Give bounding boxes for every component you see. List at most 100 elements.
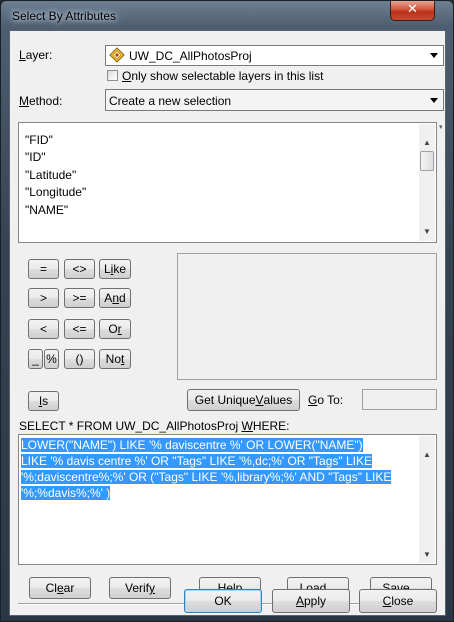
clear-label-a: Cl — [45, 581, 57, 595]
unique-values-label-key: V — [255, 393, 264, 407]
greater-equal-button[interactable]: >= — [64, 288, 95, 308]
and-label-key: n — [112, 291, 119, 305]
list-item[interactable]: "ID" — [25, 150, 46, 164]
goto-label-key: G — [308, 393, 318, 407]
get-unique-values-button[interactable]: Get Unique Values — [187, 389, 300, 411]
list-item[interactable]: "NAME" — [25, 203, 68, 217]
query-header: SELECT * FROM UW_DC_AllPhotosProj WHERE: — [19, 419, 290, 433]
equals-label: = — [39, 262, 47, 276]
not-equal-button[interactable]: <> — [64, 259, 95, 279]
unique-values-label-a: Get Unique — [194, 393, 256, 407]
or-button[interactable]: Or — [99, 319, 131, 339]
underscore-wildcard-button[interactable]: _ — [28, 349, 43, 369]
greater-than-button[interactable]: > — [28, 288, 59, 308]
layer-dropdown[interactable]: UW_DC_AllPhotosProj — [105, 45, 444, 66]
list-item[interactable]: "Longitude" — [25, 185, 86, 199]
less-equal-button[interactable]: <= — [64, 319, 95, 339]
not-label-a: No — [105, 352, 121, 366]
clear-label-key: e — [56, 581, 64, 595]
layer-label-key: L — [19, 48, 26, 62]
verify-label-a: Verif — [124, 581, 149, 595]
greater-equal-label: >= — [72, 291, 87, 305]
close-label-b: lose — [391, 594, 414, 608]
or-label-key: r — [117, 322, 122, 336]
scroll-down-icon[interactable]: ▼ — [419, 546, 435, 562]
only-selectable-label[interactable]: Only show selectable layers in this list — [122, 69, 323, 83]
less-than-label: < — [39, 322, 47, 336]
is-button[interactable]: Is — [28, 391, 59, 411]
not-button[interactable]: No t — [99, 349, 131, 369]
and-label-b: d — [119, 291, 126, 305]
chevron-down-icon[interactable] — [426, 47, 442, 64]
parentheses-button[interactable]: () — [64, 349, 95, 369]
resize-grip-icon[interactable]: ▾ — [439, 123, 443, 131]
method-label: Method: — [19, 94, 62, 108]
unique-values-list[interactable] — [177, 253, 437, 380]
scroll-thumb[interactable] — [420, 151, 434, 171]
apply-label-b: pply — [304, 594, 327, 608]
sql-line: LOWER("NAME") LIKE '% daviscentre %' OR … — [21, 438, 363, 453]
not-label-key: t — [121, 352, 125, 366]
field-list[interactable]: "FID" "ID" "Latitude" "Longitude" "NAME"… — [18, 122, 437, 243]
ok-button[interactable]: OK — [184, 589, 262, 613]
clear-label-b: ar — [63, 581, 75, 595]
scroll-up-icon[interactable]: ▲ — [419, 446, 435, 462]
is-label-b: s — [42, 394, 49, 408]
and-button[interactable]: And — [99, 288, 131, 308]
apply-label-key: A — [295, 594, 304, 608]
close-button[interactable]: Close — [359, 589, 437, 613]
only-selectable-key: O — [122, 69, 132, 83]
query-prefix: SELECT * FROM UW_DC_AllPhotosProj — [19, 419, 242, 433]
close-window-button[interactable]: ✕ — [390, 1, 435, 21]
field-list-scrollbar[interactable]: ▲ ▼ — [419, 124, 435, 241]
sql-line: LIKE '% davis centre %' OR "Tags" LIKE '… — [21, 454, 373, 469]
apply-button[interactable]: Apply — [272, 589, 350, 613]
clear-button[interactable]: Cl e ar — [29, 577, 91, 599]
verify-label-key: y — [149, 581, 155, 595]
less-equal-label: <= — [72, 322, 87, 336]
and-label-a: A — [104, 291, 113, 305]
like-label-b: ke — [113, 262, 127, 276]
only-selectable-checkbox[interactable] — [107, 70, 118, 81]
list-item[interactable]: "FID" — [25, 133, 53, 147]
query-where-rest: HERE: — [252, 419, 290, 433]
method-dropdown-value: Create a new selection — [109, 94, 232, 108]
list-item[interactable]: "Latitude" — [25, 168, 76, 182]
close-icon: ✕ — [407, 2, 418, 17]
like-button[interactable]: Li ke — [99, 259, 131, 279]
method-label-key: M — [19, 94, 29, 108]
sql-line-text: '%;%davis%;%' ) — [21, 486, 111, 500]
goto-label-rest: o To: — [317, 393, 344, 407]
sql-line-text: LIKE '% davis centre %' OR "Tags" LIKE '… — [21, 454, 373, 468]
layer-diamond-icon — [109, 47, 125, 63]
goto-input[interactable] — [362, 389, 437, 410]
method-label-rest: ethod: — [29, 94, 63, 108]
percent-label: % — [46, 352, 57, 366]
sql-scrollbar[interactable]: ▲ ▼ — [419, 436, 435, 563]
underscore-label: _ — [32, 352, 39, 366]
chevron-down-icon[interactable] — [426, 92, 442, 109]
greater-than-label: > — [39, 291, 47, 305]
like-label-a: L — [103, 262, 111, 276]
not-equal-label: <> — [72, 262, 87, 276]
window-title: Select By Attributes — [12, 9, 117, 23]
parentheses-label: () — [75, 352, 84, 366]
scroll-up-icon[interactable]: ▲ — [419, 134, 435, 150]
percent-wildcard-button[interactable]: % — [44, 349, 59, 369]
sql-line: '%;daviscentre%;%' OR ("Tags" LIKE '%,li… — [21, 470, 392, 485]
sql-line-text: '%;daviscentre%;%' OR ("Tags" LIKE '%,li… — [21, 470, 392, 484]
ok-label: OK — [214, 594, 232, 608]
or-label-a: O — [108, 322, 118, 336]
method-dropdown[interactable]: Create a new selection — [105, 89, 444, 111]
less-than-button[interactable]: < — [28, 319, 59, 339]
close-label-key: C — [382, 594, 392, 608]
title-bar[interactable]: Select By Attributes ✕ — [1, 1, 453, 29]
verify-button[interactable]: Verif y — [109, 577, 171, 599]
layer-dropdown-value: UW_DC_AllPhotosProj — [129, 49, 252, 63]
scroll-down-icon[interactable]: ▼ — [419, 223, 435, 239]
query-where-key: W — [241, 419, 253, 433]
equals-button[interactable]: = — [28, 259, 59, 279]
sql-line-text: LOWER("NAME") LIKE '% daviscentre %' OR … — [21, 438, 363, 452]
sql-where-editor[interactable]: LOWER("NAME") LIKE '% daviscentre %' OR … — [18, 434, 437, 565]
layer-label-rest: ayer: — [25, 48, 53, 62]
